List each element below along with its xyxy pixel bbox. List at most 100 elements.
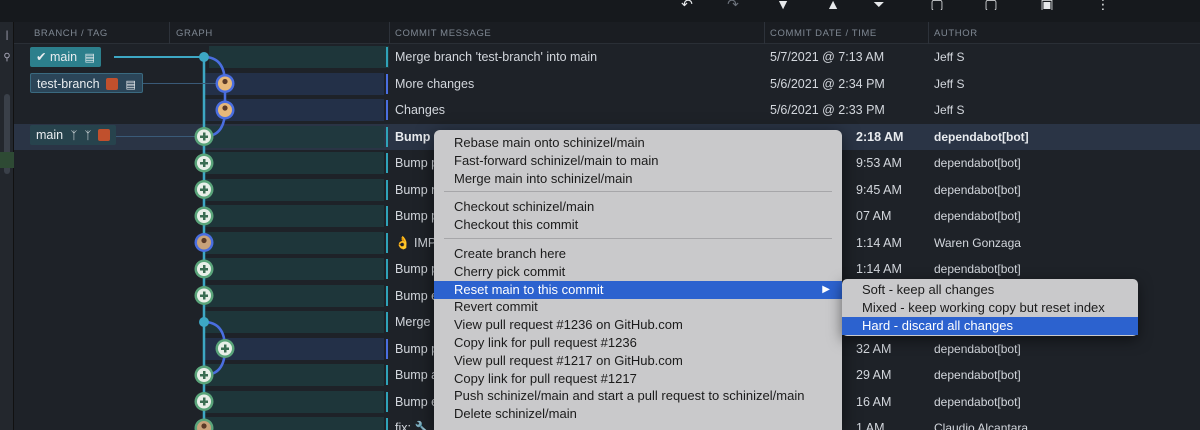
menu-item-label: Revert commit: [454, 299, 538, 315]
commit-author: Claudio Alcantara: [934, 421, 1029, 430]
commit-author: dependabot[bot]: [934, 368, 1021, 382]
context-menu-item[interactable]: Fast-forward schinizel/main to main: [434, 152, 842, 170]
column-graph[interactable]: GRAPH: [176, 28, 213, 39]
context-menu-item[interactable]: Merge main into schinizel/main: [434, 170, 842, 188]
context-menu-item[interactable]: Copy link for pull request #1217: [434, 370, 842, 388]
context-menu-item[interactable]: Checkout this commit: [434, 216, 842, 234]
branch-label-main-local[interactable]: ✔ main ▤: [30, 47, 101, 67]
search-icon[interactable]: ⚲: [0, 50, 14, 66]
gitkraken-window: ↶ ↷ ▼ ▲ ⏷ ▢ ▢ ▣ ⋮ | ⚲ BRANCH / TAG GRAPH…: [0, 0, 1200, 430]
bot-avatar-glyph: [203, 185, 206, 194]
menu-separator: [444, 191, 832, 193]
commit-date: 1:14 AM: [856, 262, 902, 276]
commit-message: Bump e: [395, 288, 439, 303]
menu-item-label: Copy link for pull request #1236: [454, 335, 637, 350]
context-menu-item[interactable]: Checkout schinizel/main: [434, 198, 842, 216]
column-branch-tag[interactable]: BRANCH / TAG: [34, 28, 108, 39]
commit-date: 5/6/2021 @ 2:34 PM: [770, 76, 885, 91]
context-menu-item[interactable]: View pull request #1236 on GitHub.com: [434, 316, 842, 334]
bot-avatar-glyph: [203, 397, 206, 406]
context-menu-item[interactable]: View pull request #1217 on GitHub.com: [434, 352, 842, 370]
person-avatar-glyph: [222, 105, 228, 111]
fork-icon: ᛉ: [84, 130, 92, 142]
branch-label-text: main: [49, 50, 78, 64]
commit-message: Bump p: [395, 209, 439, 223]
commit-date: 5/6/2021 @ 2:33 PM: [770, 103, 885, 117]
undo-icon[interactable]: ↶: [676, 0, 698, 10]
commit-date: 32 AM: [856, 341, 892, 356]
check-icon: ✔: [36, 50, 47, 64]
person-avatar-glyph: [201, 237, 207, 244]
redo-icon[interactable]: ↷: [722, 0, 744, 10]
branch-label-test-branch[interactable]: test-branch ▤: [30, 73, 143, 93]
column-commit-date[interactable]: COMMIT DATE / TIME: [770, 28, 877, 39]
commit-message: Bump a: [395, 368, 439, 382]
menu-item-label: Copy link for pull request #1217: [454, 370, 637, 386]
column-divider[interactable]: [389, 22, 390, 44]
commit-author: dependabot[bot]: [934, 394, 1021, 409]
menu-item-label: Create branch here: [454, 246, 567, 261]
bot-avatar-glyph: [203, 291, 206, 300]
commit-author: Jeff S: [934, 76, 965, 91]
menu-item-label: View pull request #1217 on GitHub.com: [454, 352, 683, 368]
column-commit-message[interactable]: COMMIT MESSAGE: [395, 28, 491, 39]
context-menu-item[interactable]: Delete schinizel/main: [434, 405, 842, 423]
actions-icon[interactable]: ⋮: [1092, 0, 1114, 10]
commit-message: Bump n: [395, 182, 439, 197]
context-menu-item[interactable]: Revert commit: [434, 298, 842, 316]
menu-item-label: Push schinizel/main and start a pull req…: [454, 388, 805, 404]
context-menu-item[interactable]: Push schinizel/main and start a pull req…: [434, 387, 842, 405]
commit-message: Bump p: [395, 341, 439, 356]
remote-avatar-icon: [97, 129, 110, 141]
commit-date: 2:18 AM: [856, 129, 904, 144]
commit-date: 16 AM: [856, 394, 892, 409]
context-menu-item[interactable]: Create branch here: [434, 245, 842, 263]
branch-icon[interactable]: ⏷: [868, 0, 890, 10]
commit-date: 9:45 AM: [856, 182, 902, 197]
menu-item-label: Merge main into schinizel/main: [454, 170, 633, 186]
push-icon[interactable]: ▲: [822, 0, 844, 10]
branch-label-main-remote[interactable]: main ᛉ ᛉ: [30, 125, 116, 145]
terminal-icon[interactable]: ▣: [1036, 0, 1058, 10]
branch-label-text: test-branch: [37, 77, 100, 91]
commit-date: 5/7/2021 @ 7:13 AM: [770, 50, 885, 64]
rail-collapse-icon[interactable]: |: [0, 28, 14, 44]
column-divider[interactable]: [928, 22, 929, 44]
submenu-item[interactable]: Hard - discard all changes: [842, 317, 1138, 335]
commit-date: 9:53 AM: [856, 156, 902, 170]
commit-message: More changes: [395, 76, 475, 91]
submenu-item[interactable]: Mixed - keep working copy but reset inde…: [842, 299, 1138, 317]
rail-active-marker: [0, 152, 14, 168]
column-divider[interactable]: [764, 22, 765, 44]
commit-message: Bump e: [395, 394, 439, 409]
menu-separator: [444, 238, 832, 239]
context-menu-item[interactable]: Rebase main onto schinizel/main: [434, 134, 842, 152]
reset-submenu: Soft - keep all changes Mixed - keep work…: [842, 279, 1138, 336]
column-author[interactable]: AUTHOR: [934, 28, 978, 39]
context-menu: Rebase main onto schinizel/main Fast-forw…: [434, 130, 842, 430]
menu-item-label: Hard - discard all changes: [862, 318, 1014, 333]
graph-merge-dot: [199, 317, 209, 327]
context-menu-item[interactable]: Reset main to this commit ▶: [434, 280, 842, 299]
menu-item-label: Mixed - keep working copy but reset inde…: [862, 300, 1105, 315]
menu-item-label: Delete schinizel/main: [454, 406, 577, 422]
stash-icon[interactable]: ▢: [926, 0, 948, 10]
graph-merge-dot: [199, 52, 209, 62]
column-divider[interactable]: [169, 22, 170, 44]
graph-branch-lane: [203, 55, 227, 138]
person-avatar-glyph: [201, 423, 207, 429]
context-menu-item[interactable]: Copy link for pull request #1236: [434, 334, 842, 352]
pop-icon[interactable]: ▢: [980, 0, 1002, 10]
menu-item-label: View pull request #1236 on GitHub.com: [454, 317, 683, 333]
pull-icon[interactable]: ▼: [772, 0, 794, 10]
menu-item-label: Cherry pick commit: [454, 263, 566, 279]
commit-author: dependabot[bot]: [934, 209, 1021, 223]
commit-author: dependabot[bot]: [934, 341, 1021, 356]
context-menu-item[interactable]: Cherry pick commit: [434, 263, 842, 281]
toolbar: ↶ ↷ ▼ ▲ ⏷ ▢ ▢ ▣ ⋮: [0, 0, 1200, 22]
submenu-item[interactable]: Soft - keep all changes: [842, 281, 1138, 299]
commit-author: dependabot[bot]: [934, 182, 1021, 197]
bot-avatar-glyph: [203, 371, 206, 379]
commit-date: 07 AM: [856, 209, 892, 223]
laptop-icon: ▤: [125, 79, 136, 91]
